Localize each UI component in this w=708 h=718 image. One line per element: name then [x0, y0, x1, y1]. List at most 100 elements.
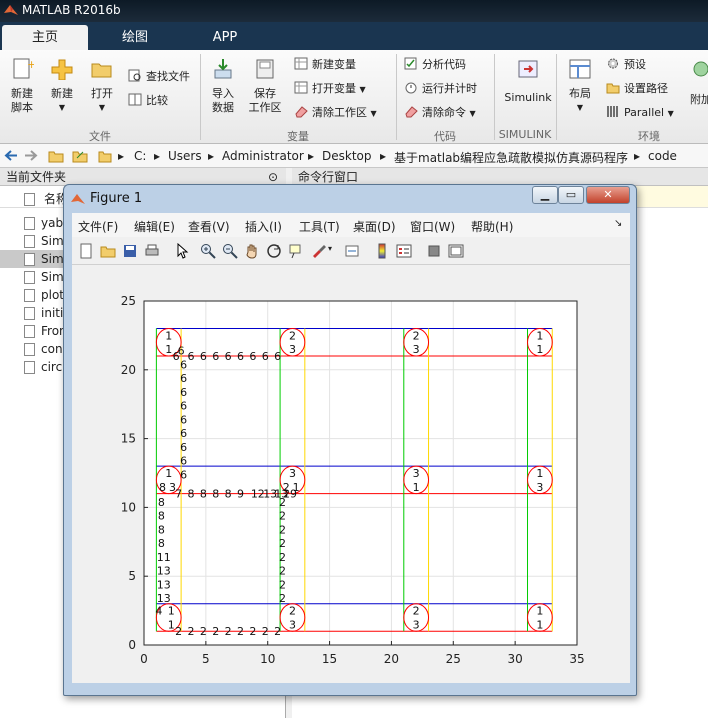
- y-tick-label: 25: [121, 294, 136, 308]
- breadcrumb-drive[interactable]: C:: [134, 149, 146, 163]
- browse-folder-icon[interactable]: [72, 148, 88, 163]
- node-label: 2: [212, 625, 219, 638]
- figure-window[interactable]: Figure 1 ▁ ▭ ✕ 文件(F) 编辑(E) 查看(V) 插入(I) 工…: [63, 184, 637, 696]
- tab-apps[interactable]: APP: [182, 25, 268, 50]
- y-tick-label: 10: [121, 500, 136, 514]
- dock-icon[interactable]: [448, 243, 464, 259]
- open-variable-button[interactable]: 打开变量 ▼: [294, 80, 366, 98]
- link-icon[interactable]: [344, 243, 360, 259]
- preferences-button[interactable]: 预设: [606, 56, 646, 74]
- maximize-button[interactable]: ▭: [558, 186, 584, 204]
- node-label: 6: [225, 350, 232, 363]
- open-icon[interactable]: [100, 243, 116, 259]
- node-label: 2: [225, 625, 232, 638]
- node-label: 2: [279, 578, 286, 591]
- clear-commands-button[interactable]: 清除命令 ▼: [404, 104, 476, 122]
- node-label: 8: [158, 496, 165, 509]
- simulink-button[interactable]: Simulink: [500, 58, 556, 105]
- tab-home[interactable]: 主页: [2, 25, 88, 50]
- node-label: 2: [413, 605, 420, 618]
- node-label: 6: [173, 350, 180, 363]
- colorbar-icon[interactable]: [374, 243, 390, 259]
- app-titlebar: MATLAB R2016b: [0, 0, 708, 22]
- addons-button[interactable]: 附加: [686, 58, 708, 107]
- node-label: 6: [212, 350, 219, 363]
- node-label: 2: [279, 510, 286, 523]
- legend-icon[interactable]: [396, 243, 412, 259]
- node-label: 13: [157, 592, 171, 605]
- zoom-out-icon[interactable]: [222, 243, 238, 259]
- file-icon: [24, 193, 35, 206]
- node-label: 7: [175, 488, 182, 501]
- print-icon[interactable]: [144, 243, 160, 259]
- import-data-icon: [214, 59, 232, 79]
- new-button[interactable]: 新建 ▼: [46, 58, 78, 115]
- ribbon-tabbar: 主页 绘图 APP: [0, 22, 708, 50]
- stopwatch-icon: [405, 82, 417, 94]
- menu-window[interactable]: 窗口(W): [410, 218, 455, 235]
- m-file-icon: [24, 343, 35, 356]
- brush-icon[interactable]: [310, 243, 326, 259]
- menu-edit[interactable]: 编辑(E): [134, 218, 175, 235]
- run-and-time-button[interactable]: 运行并计时: [404, 80, 477, 98]
- tab-plots[interactable]: 绘图: [92, 25, 178, 50]
- brush-dropdown-icon[interactable]: ▾: [328, 244, 332, 253]
- pan-icon[interactable]: [244, 243, 260, 259]
- menu-help[interactable]: 帮助(H): [471, 218, 513, 235]
- menubar-arrow-icon[interactable]: ↘: [614, 218, 622, 229]
- analyze-code-button[interactable]: 分析代码: [404, 56, 466, 74]
- breadcrumb-administrator[interactable]: Administrator: [222, 149, 304, 163]
- breadcrumb-project[interactable]: 基于matlab编程应急疏散模拟仿真源码程序: [394, 149, 628, 166]
- close-button[interactable]: ✕: [586, 186, 630, 204]
- back-arrow-icon[interactable]: [4, 149, 18, 162]
- compare-button[interactable]: 比较: [128, 92, 168, 110]
- new-variable-button[interactable]: 新建变量: [294, 56, 356, 74]
- address-bar[interactable]: ▸ C: ▸ Users ▸ Administrator ▸ Desktop ▸…: [0, 144, 708, 168]
- new-script-button[interactable]: + 新建 脚本: [4, 58, 40, 115]
- zoom-in-icon[interactable]: [200, 243, 216, 259]
- x-tick-label: 15: [322, 652, 337, 666]
- hide-tools-icon[interactable]: [426, 243, 442, 259]
- minimize-button[interactable]: ▁: [532, 186, 558, 204]
- pointer-icon[interactable]: [174, 243, 190, 259]
- menu-view[interactable]: 查看(V): [188, 218, 230, 235]
- figure-canvas[interactable]: 1123231118332131134112323116666666666666…: [72, 265, 630, 683]
- breadcrumb-users[interactable]: Users: [168, 149, 202, 163]
- breadcrumb-code[interactable]: code: [648, 149, 677, 163]
- rotate-icon[interactable]: [266, 243, 282, 259]
- menu-desktop[interactable]: 桌面(D): [353, 218, 396, 235]
- new-plus-icon: [51, 59, 73, 81]
- data-cursor-icon[interactable]: [288, 243, 304, 259]
- m-file-icon: [24, 235, 35, 248]
- menu-insert[interactable]: 插入(I): [245, 218, 282, 235]
- up-folder-icon[interactable]: [48, 148, 64, 163]
- gear-icon: [608, 58, 618, 69]
- save-workspace-button[interactable]: 保存 工作区: [244, 58, 286, 115]
- scatter-plot[interactable]: 1123231118 332 131134 112323116 6 6 6 6 6 6 6 66666…: [72, 265, 630, 683]
- root-folder-icon: [98, 151, 112, 163]
- node-label: 1: [165, 467, 172, 480]
- clear-workspace-button[interactable]: 清除工作区 ▼: [294, 104, 377, 122]
- find-files-button[interactable]: 查找文件: [128, 68, 190, 86]
- node-label: 2: [274, 625, 281, 638]
- set-path-button[interactable]: 设置路径: [606, 80, 668, 98]
- forward-arrow-icon[interactable]: [24, 149, 38, 162]
- node-label: 6: [274, 350, 281, 363]
- parallel-button[interactable]: Parallel ▼: [606, 104, 674, 122]
- node-label: 2: [175, 625, 182, 638]
- menu-tools[interactable]: 工具(T): [299, 218, 340, 235]
- layout-button[interactable]: 布局 ▼: [562, 58, 598, 115]
- node-label: 8: [200, 488, 207, 501]
- new-variable-icon: [294, 57, 308, 70]
- eraser-icon: [295, 106, 308, 118]
- open-button[interactable]: 打开 ▼: [86, 58, 118, 115]
- node-label: 2: [289, 329, 296, 342]
- save-icon[interactable]: [122, 243, 138, 259]
- node-label: 8: [188, 488, 195, 501]
- node-label: 2: [279, 496, 286, 509]
- node-label: 2: [279, 565, 286, 578]
- new-figure-icon[interactable]: [78, 243, 94, 259]
- menu-file[interactable]: 文件(F): [78, 218, 118, 235]
- import-data-button[interactable]: 导入 数据: [206, 58, 240, 115]
- breadcrumb-desktop[interactable]: Desktop: [322, 149, 372, 163]
